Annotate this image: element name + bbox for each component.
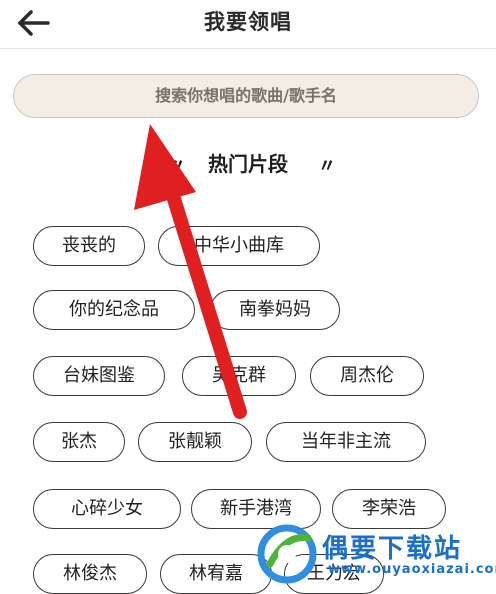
tag-item[interactable]: 吴克群 — [182, 356, 296, 396]
tag-item[interactable]: 中华小曲库 — [158, 226, 320, 266]
tag-item[interactable]: 张杰 — [33, 422, 125, 462]
tag-item[interactable]: 心碎少女 — [33, 489, 181, 529]
tag-item[interactable]: 台妹图鉴 — [33, 356, 165, 396]
watermark-text: 偶要下载站 — [322, 534, 463, 564]
section-title: 热门片段 — [208, 152, 288, 176]
download-site-logo-icon — [257, 524, 317, 584]
tag-item[interactable]: 丧丧的 — [33, 226, 145, 266]
tag-item[interactable]: 你的纪念品 — [33, 290, 195, 330]
search-input[interactable]: 搜索你想唱的歌曲/歌手名 — [13, 74, 479, 118]
watermark: 偶要下载站 www.ouyaoxiazai.com — [252, 522, 496, 585]
tag-item[interactable]: 林俊杰 — [33, 554, 147, 594]
decoration-mark-right: 〃 — [318, 156, 336, 177]
tag-item[interactable]: 南拳妈妈 — [210, 290, 340, 330]
tag-item[interactable]: 张靓颖 — [138, 422, 252, 462]
watermark-url: www.ouyaoxiazai.com — [328, 562, 496, 577]
page-title: 我要领唱 — [204, 10, 292, 34]
tag-item[interactable]: 周杰伦 — [310, 356, 424, 396]
top-bar: 我要领唱 — [0, 0, 496, 49]
tag-item[interactable]: 当年非主流 — [266, 422, 426, 462]
